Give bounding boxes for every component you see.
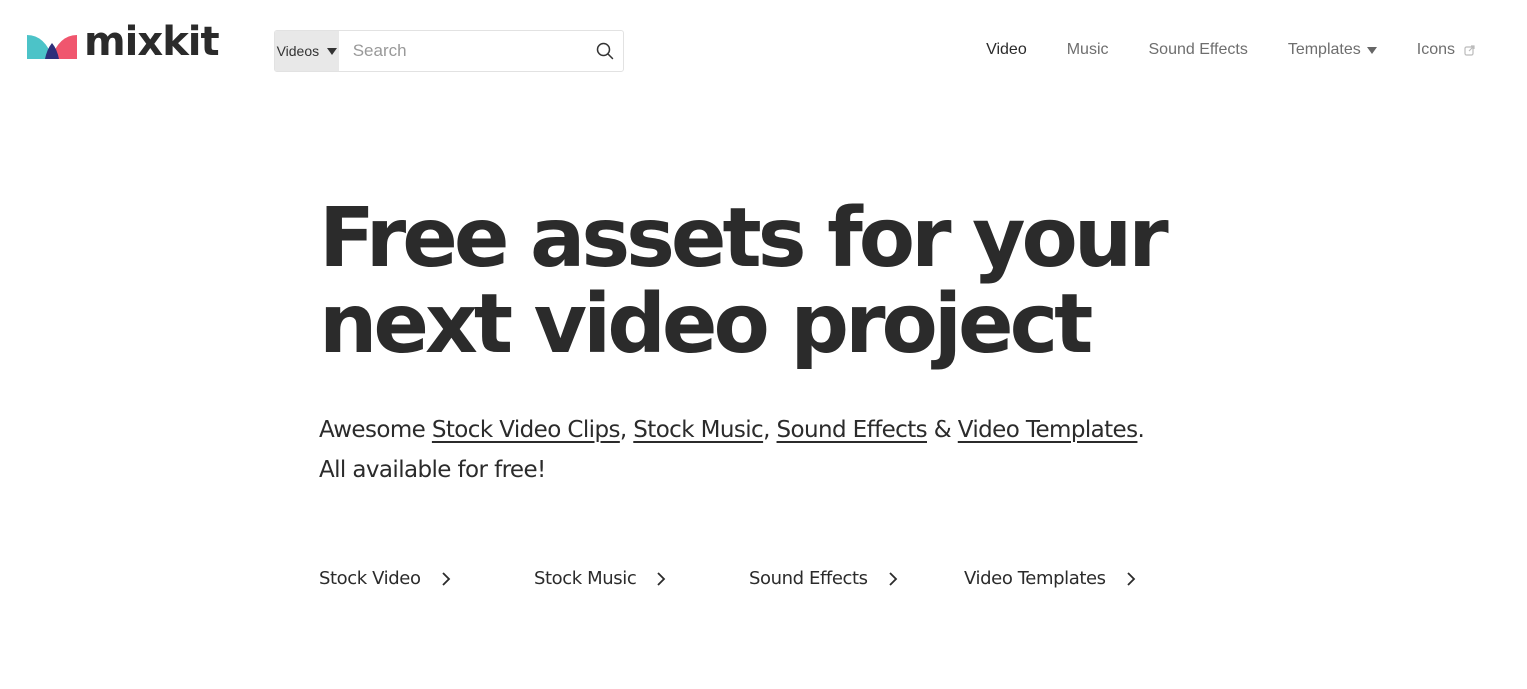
hero-tagline: Awesome Stock Video Clips, Stock Music, … bbox=[319, 410, 1145, 490]
tagline-line-2: All available for free! bbox=[319, 457, 546, 483]
nav-item-label: Music bbox=[1066, 41, 1109, 58]
nav-item-video[interactable]: Video bbox=[986, 40, 1027, 60]
search-bar: Videos bbox=[274, 30, 624, 72]
hero-title-line-2: next video project bbox=[319, 277, 1093, 372]
category-label: Stock Video bbox=[319, 568, 421, 589]
mixkit-logo[interactable]: mixkit bbox=[27, 22, 220, 62]
chevron-right-icon bbox=[441, 571, 450, 586]
nav-item-music[interactable]: Music bbox=[1067, 40, 1109, 60]
logo-mark-icon bbox=[27, 35, 77, 59]
category-label: Stock Music bbox=[534, 568, 637, 589]
nav-item-label: Sound Effects bbox=[1148, 41, 1248, 58]
caret-down-icon bbox=[327, 47, 338, 55]
chevron-right-icon bbox=[889, 571, 897, 586]
search-icon bbox=[597, 42, 614, 60]
search-category-select[interactable]: Videos bbox=[275, 31, 339, 71]
link-stock-music[interactable]: Stock Music bbox=[633, 417, 763, 443]
chevron-right-icon bbox=[657, 571, 666, 586]
category-label: Video Templates bbox=[964, 568, 1106, 589]
chevron-right-icon bbox=[1127, 571, 1135, 586]
nav-item-label: Icons bbox=[1416, 41, 1455, 58]
category-link-stock-video[interactable]: Stock Video bbox=[319, 568, 534, 589]
hero: Free assets for your next video project bbox=[319, 196, 1169, 368]
search-button[interactable] bbox=[588, 31, 623, 71]
nav-item-label: Templates bbox=[1287, 41, 1361, 58]
nav-item-sound-effects[interactable]: Sound Effects bbox=[1149, 40, 1248, 60]
category-link-sound-effects[interactable]: Sound Effects bbox=[749, 568, 964, 589]
hero-title-line-1: Free assets for your bbox=[319, 191, 1169, 286]
category-label: Sound Effects bbox=[749, 568, 868, 589]
category-link-stock-music[interactable]: Stock Music bbox=[534, 568, 749, 589]
link-sound-effects[interactable]: Sound Effects bbox=[777, 417, 928, 443]
hero-title: Free assets for your next video project bbox=[319, 196, 1169, 368]
logo-text: mixkit bbox=[84, 19, 220, 65]
tagline-prefix: Awesome bbox=[319, 417, 432, 443]
main-nav: Video Music Sound Effects Templates Icon… bbox=[946, 40, 1475, 60]
nav-item-templates[interactable]: Templates bbox=[1288, 40, 1377, 60]
tagline-separator: & bbox=[927, 417, 958, 443]
nav-item-icons[interactable]: Icons bbox=[1417, 40, 1475, 60]
link-video-templates[interactable]: Video Templates bbox=[958, 417, 1138, 443]
category-links: Stock Video Stock Music Sound Effects Vi… bbox=[319, 568, 1136, 589]
caret-down-icon bbox=[1366, 46, 1377, 54]
tagline-separator: , bbox=[763, 417, 777, 443]
search-input[interactable] bbox=[338, 31, 588, 71]
category-link-video-templates[interactable]: Video Templates bbox=[964, 568, 1136, 589]
tagline-end: . bbox=[1137, 417, 1145, 443]
search-category-value: Videos bbox=[276, 43, 320, 59]
nav-item-label: Video bbox=[986, 41, 1027, 58]
tagline-separator: , bbox=[619, 417, 634, 443]
site-header: mixkit Videos Video Music Sound Effects … bbox=[0, 0, 1527, 100]
external-link-icon bbox=[1464, 44, 1475, 56]
link-stock-video-clips[interactable]: Stock Video Clips bbox=[432, 417, 621, 443]
